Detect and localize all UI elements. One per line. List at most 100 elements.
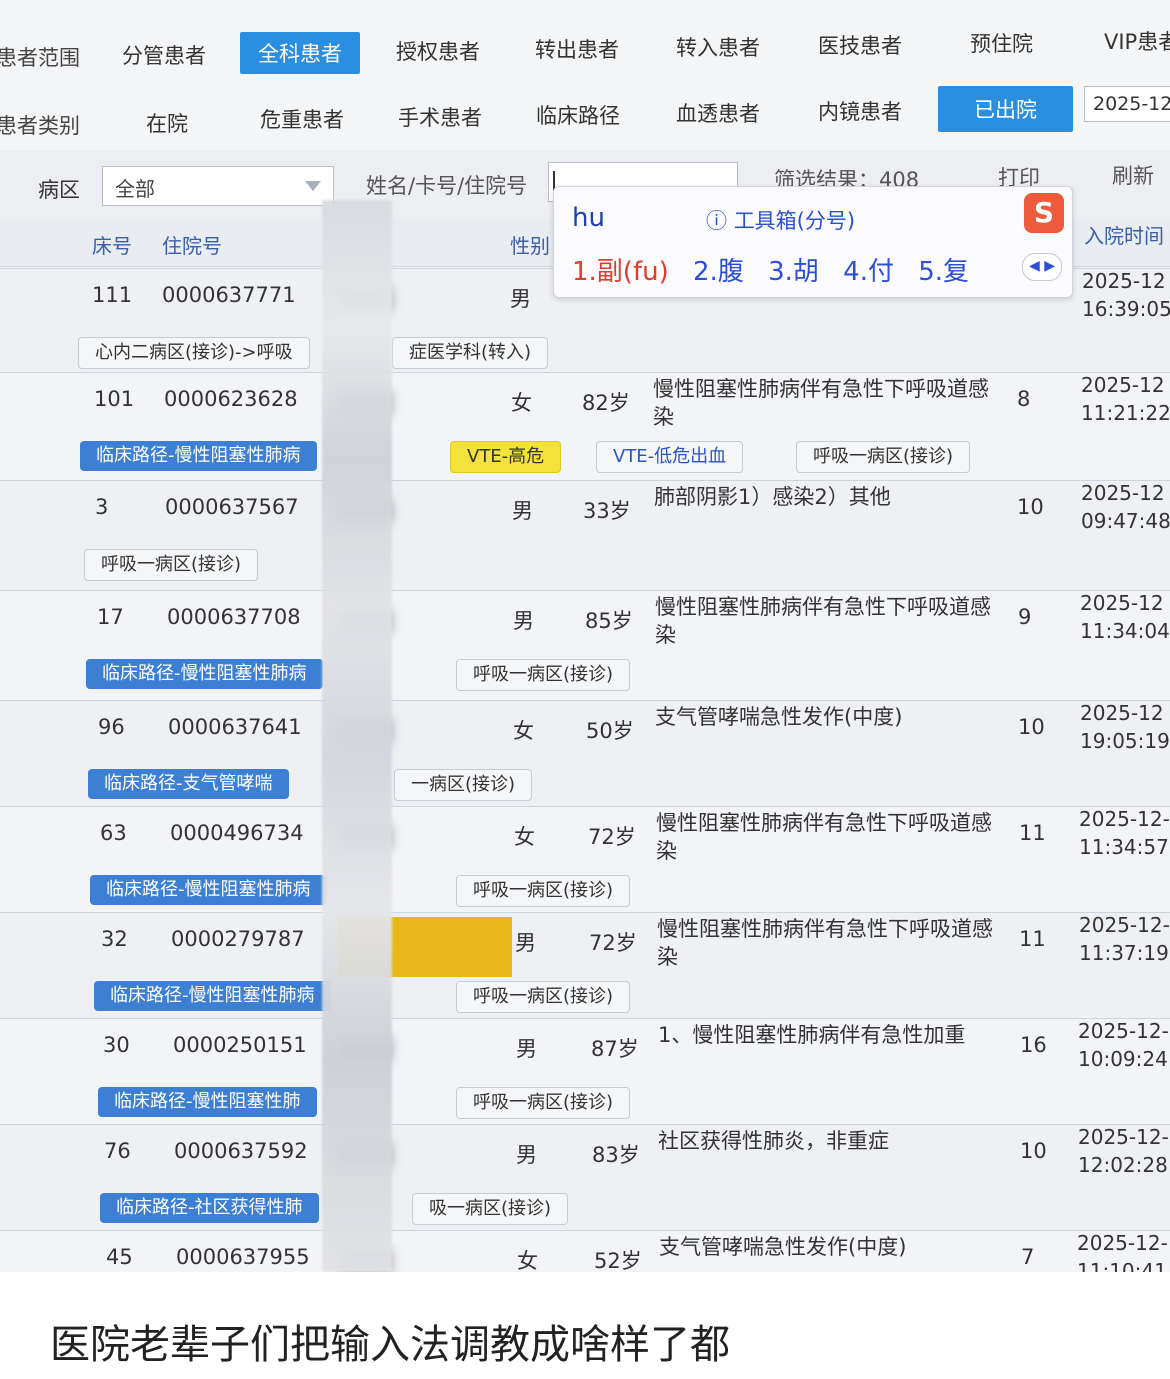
bed-number: 32 [101,927,128,951]
days: 8 [1017,387,1031,411]
tab-vip-patients[interactable]: VIP患者 [1104,26,1170,56]
clinical-pathway-tag: 临床路径-慢性阻塞性肺病 [90,875,327,905]
age: 33岁 [583,499,631,523]
days: 10 [1017,495,1044,519]
gender: 男 [512,499,533,523]
tab-endoscopy[interactable]: 内镜患者 [818,96,902,126]
bed-number: 101 [94,387,135,411]
days: 10 [1020,1139,1047,1163]
tab-dialysis[interactable]: 血透患者 [676,98,760,128]
ime-candidate[interactable]: 5.复 [918,257,969,287]
admit-time: 2025-12- 11:34:57 [1079,807,1170,859]
diagnosis: 支气管哮喘急性发作(中度) [659,1235,907,1259]
col-gender[interactable]: 性别 [510,230,550,259]
tab-medtech-patients[interactable]: 医技患者 [818,30,902,60]
col-admission-no[interactable]: 住院号 [162,230,222,259]
admit-time: 2025-12 19:05:19 [1080,701,1170,753]
tab-in-hospital[interactable]: 在院 [146,108,188,138]
tab-discharged[interactable]: 已出院 [938,86,1073,132]
search-label: 姓名/卡号/住院号 [366,174,528,198]
admit-time: 2025-12 09:47:48 [1081,481,1170,533]
days: 11 [1019,821,1046,845]
age: 72岁 [588,825,636,849]
bed-number: 17 [97,605,124,629]
admission-number: 0000250151 [173,1033,307,1057]
ward-tag: 呼吸一病区(接诊) [84,549,259,581]
table-row[interactable]: 32 0000279787 男 72岁 慢性阻塞性肺病伴有急性下呼吸道感染 11 2025-… [0,912,1170,1019]
admit-time: 2025-12 16:39:05 [1082,269,1170,321]
gender: 女 [513,719,534,743]
ime-candidate[interactable]: 1.副(fu) [572,257,669,287]
tab-authorized-patients[interactable]: 授权患者 [396,36,480,66]
tab-transferred-in[interactable]: 转入患者 [676,32,760,62]
vte-tag: VTE-高危 [450,441,562,473]
table-row[interactable]: 45 0000637955 女 52岁 支气管哮喘急性发作(中度) 7 2025-12- 1… [0,1230,1170,1272]
patient-scope-bar: 患者范围 分管患者 全科患者 授权患者 转出患者 转入患者 医技患者 预住院 V… [0,0,1170,91]
diagnosis: 肺部阴影1）感染2）其他 [654,485,891,509]
ime-candidate[interactable]: 4.付 [843,257,894,287]
ward-tag: 一病区(接诊) [394,769,533,801]
age: 82岁 [582,391,630,415]
vte-tag: VTE-低危出血 [596,441,744,473]
diagnosis: 慢性阻塞性肺病伴有急性下呼吸道感染 [653,377,989,429]
clinical-pathway-tag: 临床路径-慢性阻塞性肺 [98,1087,317,1117]
bed-number: 63 [100,821,127,845]
ime-candidate[interactable]: 3.胡 [768,257,819,287]
tab-critical[interactable]: 危重患者 [260,104,344,134]
table-row[interactable]: 76 0000637592 男 83岁 社区获得性肺炎，非重症 10 2025-12- 12… [0,1124,1170,1231]
days: 10 [1018,715,1045,739]
clinical-pathway-tag: 临床路径-慢性阻塞性肺病 [80,441,317,471]
tab-transferred-out[interactable]: 转出患者 [535,34,619,64]
gender: 女 [511,391,532,415]
gender: 男 [510,287,531,311]
bed-number: 111 [92,283,133,307]
gender: 男 [516,1143,537,1167]
age: 87岁 [591,1037,639,1061]
ime-toolbox[interactable]: ⓘ 工具箱(分号) [706,205,855,235]
ime-candidate[interactable]: 2.腹 [693,257,744,287]
chevron-down-icon [305,181,321,191]
gender: 女 [517,1249,538,1272]
refresh-button[interactable]: 刷新 [1112,160,1154,190]
tab-managed-patients[interactable]: 分管患者 [122,40,206,70]
blurred-name-column [322,200,392,1272]
col-admit-time[interactable]: 入院时间 [1084,220,1164,249]
table-row[interactable]: 17 0000637708 男 85岁 慢性阻塞性肺病伴有急性下呼吸道感染 9 2025-1… [0,590,1170,701]
table-row[interactable]: 30 0000250151 男 87岁 1、慢性阻塞性肺病伴有急性加重 16 2025-12… [0,1018,1170,1125]
gender: 女 [514,825,535,849]
date-field[interactable]: 2025-12- [1084,86,1170,122]
bed-number: 76 [104,1139,131,1163]
patient-category-label: 患者类别 [0,114,80,138]
table-row[interactable]: 3 0000637567 男 33岁 肺部阴影1）感染2）其他 10 2025-12 09:… [0,480,1170,591]
tab-all-patients[interactable]: 全科患者 [240,32,360,74]
ward-select[interactable]: 全部 [102,166,334,206]
table-row[interactable]: 101 0000623628 女 82岁 慢性阻塞性肺病伴有急性下呼吸道感染 8 2025-… [0,372,1170,481]
table-row[interactable]: 63 0000496734 女 72岁 慢性阻塞性肺病伴有急性下呼吸道感染 11 2025-… [0,806,1170,913]
gender: 男 [513,609,534,633]
age: 50岁 [586,719,634,743]
admit-time: 2025-12- 12:02:28 [1078,1125,1169,1177]
admission-number: 0000637708 [167,605,301,629]
tab-pre-admission[interactable]: 预住院 [970,28,1033,58]
patient-scope-label: 患者范围 [0,46,80,70]
admission-number: 0000637955 [176,1245,310,1269]
admit-time: 2025-12- 11:10:41 [1077,1231,1168,1272]
tab-surgery[interactable]: 手术患者 [398,102,482,132]
admission-number: 0000623628 [164,387,298,411]
col-bed[interactable]: 床号 [92,230,132,259]
tab-clinical-pathway[interactable]: 临床路径 [536,100,620,130]
admission-number: 0000637641 [168,715,302,739]
clinical-pathway-tag: 临床路径-支气管哮喘 [88,769,289,799]
bed-number: 96 [98,715,125,739]
gender: 男 [515,931,536,955]
ward-tag: 症医学科(转入) [392,337,549,369]
post-caption: 医院老辈子们把输入法调教成啥样了都 [50,1322,730,1368]
gender: 男 [516,1037,537,1061]
table-row[interactable]: 96 0000637641 女 50岁 支气管哮喘急性发作(中度) 10 2025-12 1… [0,700,1170,807]
age: 52岁 [594,1249,642,1272]
days: 9 [1018,605,1032,629]
days: 7 [1021,1245,1035,1269]
admission-number: 0000637771 [162,283,296,307]
ime-page-arrows-icon[interactable]: ◀ ▶ [1022,253,1062,281]
age: 72岁 [589,931,637,955]
